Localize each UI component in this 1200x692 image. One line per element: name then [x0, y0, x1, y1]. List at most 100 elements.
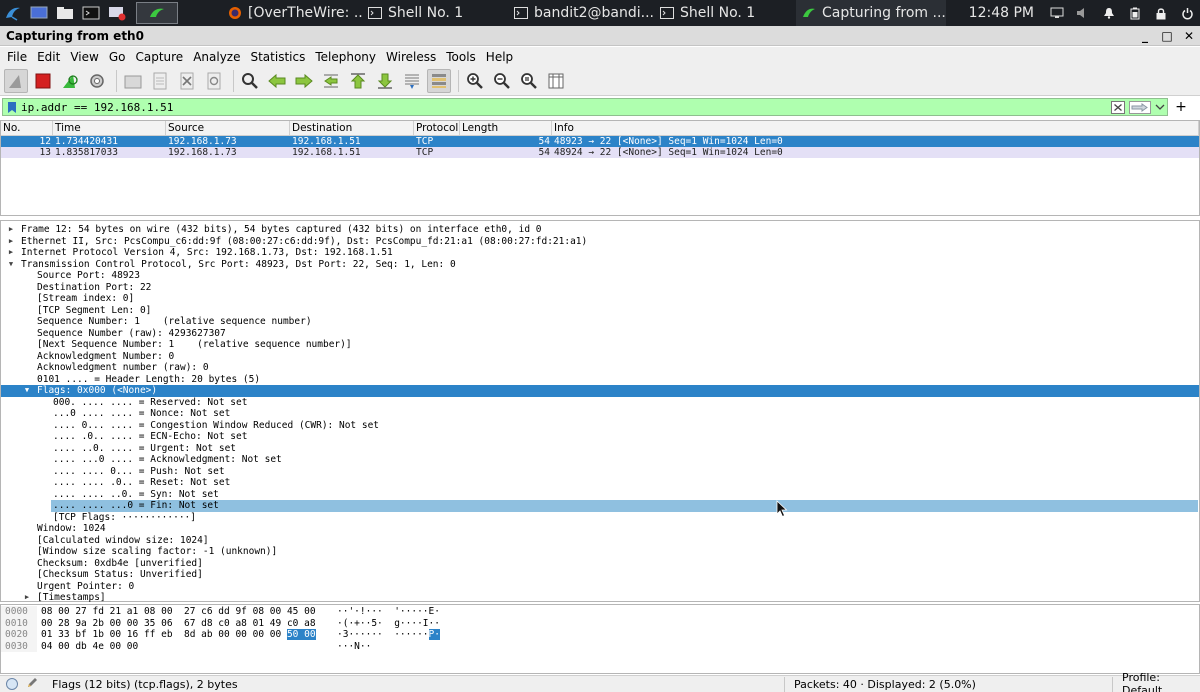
packet-bytes-pane[interactable]: 0000 08 00 27 fd 21 a1 08 00 27 c6 dd 9f…: [0, 604, 1200, 674]
bytes-ascii[interactable]: ·(·+··5· g····I··: [337, 618, 440, 630]
tree-item-field[interactable]: [TCP Segment Len: 0]: [1, 305, 1199, 317]
minimize-button[interactable]: _: [1134, 29, 1156, 43]
menu-edit[interactable]: Edit: [32, 50, 65, 64]
tree-item-ipv4[interactable]: ▶ Internet Protocol Version 4, Src: 192.1…: [1, 247, 1199, 259]
column-header-length[interactable]: Length: [460, 121, 552, 136]
battery-icon[interactable]: [1122, 0, 1148, 26]
column-header-source[interactable]: Source: [166, 121, 290, 136]
task-firefox[interactable]: [OverTheWire: ...: [222, 0, 362, 26]
column-header-protocol[interactable]: Protocol: [414, 121, 460, 136]
tree-item-flag[interactable]: .... .... .0.. = Reset: Not set: [1, 477, 1199, 489]
close-button[interactable]: ✕: [1178, 29, 1200, 43]
window-titlebar[interactable]: Capturing from eth0 _ □ ✕: [0, 26, 1200, 46]
status-packets[interactable]: Packets: 40 · Displayed: 2 (5.0%): [794, 678, 976, 691]
bytes-hex[interactable]: 00 28 9a 2b 00 00 35 06 67 d8 c0 a8 01 4…: [37, 618, 337, 630]
tree-item-field[interactable]: Checksum: 0xdb4e [unverified]: [1, 558, 1199, 570]
open-file-button[interactable]: [121, 69, 145, 93]
go-back-button[interactable]: [265, 69, 289, 93]
expand-arrow-icon[interactable]: ▶: [22, 592, 32, 604]
tree-item-flag[interactable]: .... .... 0... = Push: Not set: [1, 466, 1199, 478]
collapse-arrow-icon[interactable]: ▼: [6, 259, 16, 271]
packet-row[interactable]: 12 1.734420431 192.168.1.73 192.168.1.51…: [1, 136, 1199, 147]
zoom-out-button[interactable]: [490, 69, 514, 93]
tree-item-field[interactable]: Destination Port: 22: [1, 282, 1199, 294]
start-capture-button[interactable]: [4, 68, 28, 93]
tree-item-flag[interactable]: .... ...0 .... = Acknowledgment: Not set: [1, 454, 1199, 466]
apply-filter-icon[interactable]: [1129, 100, 1151, 114]
go-forward-button[interactable]: [292, 69, 316, 93]
kali-menu-icon[interactable]: [2, 2, 24, 24]
wireshark-launcher-icon[interactable]: [136, 2, 178, 24]
bytes-hex[interactable]: 08 00 27 fd 21 a1 08 00 27 c6 dd 9f 08 0…: [37, 606, 337, 618]
bytes-ascii[interactable]: ··'·!··· '·····E·: [337, 606, 440, 618]
tree-item-field[interactable]: [Checksum Status: Unverified]: [1, 569, 1199, 581]
go-last-packet-button[interactable]: [373, 69, 397, 93]
filter-dropdown-icon[interactable]: [1155, 100, 1165, 114]
packet-row[interactable]: 13 1.835817033 192.168.1.73 192.168.1.51…: [1, 147, 1199, 158]
column-header-info[interactable]: Info: [552, 121, 1199, 136]
bookmark-icon[interactable]: [5, 99, 19, 115]
tree-item-field[interactable]: Sequence Number (raw): 4293627307: [1, 328, 1199, 340]
tree-item-field[interactable]: [Calculated window size: 1024]: [1, 535, 1199, 547]
menu-go[interactable]: Go: [104, 50, 131, 64]
clock[interactable]: 12:48 PM: [959, 5, 1044, 21]
power-icon[interactable]: [1174, 0, 1200, 26]
zoom-reset-button[interactable]: [517, 69, 541, 93]
display-filter-input[interactable]: [19, 100, 1099, 114]
resize-columns-button[interactable]: [544, 69, 568, 93]
zoom-in-button[interactable]: [463, 69, 487, 93]
menu-tools[interactable]: Tools: [441, 50, 481, 64]
capture-options-button[interactable]: [85, 69, 109, 93]
menu-file[interactable]: File: [0, 50, 32, 64]
tree-item-field[interactable]: [Stream index: 0]: [1, 293, 1199, 305]
expert-info-led-icon[interactable]: [6, 678, 18, 690]
tree-item-flags[interactable]: ▼ Flags: 0x000 (<None>): [1, 385, 1199, 397]
tree-item-field[interactable]: [Window size scaling factor: -1 (unknown…: [1, 546, 1199, 558]
tree-item-tcp[interactable]: ▼ Transmission Control Protocol, Src Port…: [1, 259, 1199, 271]
notification-bell-icon[interactable]: [1096, 0, 1122, 26]
tree-item-flag[interactable]: 000. .... .... = Reserved: Not set: [1, 397, 1199, 409]
find-packet-button[interactable]: [238, 69, 262, 93]
lock-icon[interactable]: [1148, 0, 1174, 26]
expand-arrow-icon[interactable]: ▶: [6, 224, 16, 236]
menu-help[interactable]: Help: [481, 50, 518, 64]
bytes-ascii[interactable]: ·3······ ······P·: [337, 629, 440, 641]
volume-icon[interactable]: [1070, 0, 1096, 26]
restart-capture-button[interactable]: [58, 69, 82, 93]
tree-item-ethernet[interactable]: ▶ Ethernet II, Src: PcsCompu_c6:dd:9f (08…: [1, 236, 1199, 248]
packet-details-tree[interactable]: ▶ Frame 12: 54 bytes on wire (432 bits), …: [0, 220, 1200, 604]
tree-item-field[interactable]: [Next Sequence Number: 1 (relative seque…: [1, 339, 1199, 351]
menu-view[interactable]: View: [65, 50, 103, 64]
column-header-time[interactable]: Time: [53, 121, 166, 136]
expand-arrow-icon[interactable]: ▶: [6, 247, 16, 259]
go-to-packet-button[interactable]: [319, 69, 343, 93]
desktop-icon[interactable]: [28, 2, 50, 24]
close-file-button[interactable]: [175, 69, 199, 93]
tree-item-flag-fin[interactable]: .... .... ...0 = Fin: Not set: [51, 500, 1198, 512]
menu-statistics[interactable]: Statistics: [245, 50, 310, 64]
add-filter-button[interactable]: +: [1172, 99, 1190, 115]
column-header-no[interactable]: No.: [1, 121, 53, 136]
screen-recorder-icon[interactable]: [106, 2, 128, 24]
status-profile[interactable]: Profile: Default: [1122, 671, 1200, 692]
maximize-button[interactable]: □: [1156, 29, 1178, 43]
tree-item-field[interactable]: Window: 1024: [1, 523, 1199, 535]
menu-capture[interactable]: Capture: [130, 50, 188, 64]
tree-item-flag[interactable]: .... ..0. .... = Urgent: Not set: [1, 443, 1199, 455]
tree-item-flag[interactable]: .... .0.. .... = ECN-Echo: Not set: [1, 431, 1199, 443]
tree-item-field[interactable]: Acknowledgment number (raw): 0: [1, 362, 1199, 374]
go-first-packet-button[interactable]: [346, 69, 370, 93]
colorize-button[interactable]: [427, 68, 451, 93]
reload-file-button[interactable]: [202, 69, 226, 93]
packet-list[interactable]: No. Time Source Destination Protocol Len…: [0, 120, 1200, 216]
bytes-ascii[interactable]: ···N··: [337, 641, 371, 653]
tree-item-flag[interactable]: [TCP Flags: ············]: [1, 512, 1199, 524]
task-shell-1[interactable]: Shell No. 1: [362, 0, 508, 26]
tree-item-field[interactable]: Acknowledgment Number: 0: [1, 351, 1199, 363]
tree-item-field[interactable]: Urgent Pointer: 0: [1, 581, 1199, 593]
tree-item-field[interactable]: Sequence Number: 1 (relative sequence nu…: [1, 316, 1199, 328]
expand-arrow-icon[interactable]: ▶: [6, 236, 16, 248]
stop-capture-button[interactable]: [31, 69, 55, 93]
tree-item-field[interactable]: Source Port: 48923: [1, 270, 1199, 282]
menu-wireless[interactable]: Wireless: [381, 50, 441, 64]
